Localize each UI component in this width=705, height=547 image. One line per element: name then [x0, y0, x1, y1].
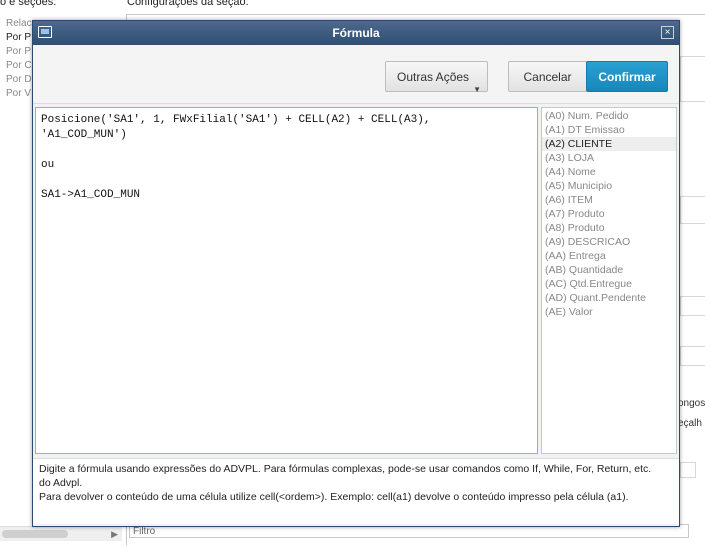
section-config-title: Configurações da seção: — [127, 0, 249, 8]
tree-item[interactable]: Por P — [0, 45, 34, 59]
tree-item[interactable]: Por P — [0, 31, 34, 45]
field-list-item[interactable]: (AE) Valor — [542, 305, 676, 319]
field-list-item[interactable]: (AA) Entrega — [542, 249, 676, 263]
confirm-button[interactable]: Confirmar — [586, 61, 668, 92]
formula-line: ou — [41, 159, 55, 171]
field-list-item[interactable]: (A3) LOJA — [542, 151, 676, 165]
dialog-toolbar: Outras Ações ▼ Cancelar Confirmar — [33, 45, 679, 104]
formula-editor[interactable]: Posicione('SA1', 1, FWxFilial('SA1') + C… — [35, 107, 538, 454]
background-label: ongos — [678, 398, 705, 409]
formula-line: SA1->A1_COD_MUN — [41, 189, 141, 201]
help-text-line: Para devolver o conteúdo de uma célula u… — [39, 491, 629, 503]
background-field — [680, 56, 705, 102]
field-list-item[interactable]: (A6) ITEM — [542, 193, 676, 207]
cell-fields-list: (A0) Num. Pedido (A1) DT Emissao (A2) CL… — [541, 107, 677, 454]
background-field — [680, 296, 705, 316]
formula-line: 'A1_COD_MUN') — [41, 129, 127, 141]
field-list-item[interactable]: (AD) Quant.Pendente — [542, 291, 676, 305]
field-list-item[interactable]: (A9) DESCRICAO — [542, 235, 676, 249]
help-text-line: do Advpl. — [39, 477, 83, 489]
field-list-item-selected[interactable]: (A2) CLIENTE — [542, 137, 676, 151]
tree-item[interactable]: Por C — [0, 59, 34, 73]
help-text-line: Digite a fórmula usando expressões do AD… — [39, 463, 652, 475]
tree-item[interactable]: Relac — [0, 17, 34, 31]
background-label: eçalh — [678, 418, 702, 429]
field-list-item[interactable]: (A0) Num. Pedido — [542, 109, 676, 123]
tree-item[interactable]: Por V — [0, 87, 34, 101]
sections-tree: Relac Por P Por P Por C Por D Por V — [0, 17, 34, 101]
field-list-item[interactable]: (AC) Qtd.Entregue — [542, 277, 676, 291]
background-field — [680, 196, 705, 224]
background-checkbox[interactable] — [680, 462, 696, 478]
help-text-box: Digite a fórmula usando expressões do AD… — [33, 458, 679, 524]
field-list-item[interactable]: (AB) Quantidade — [542, 263, 676, 277]
close-icon[interactable]: × — [661, 26, 674, 39]
formula-dialog: Fórmula × Outras Ações ▼ Cancelar Confir… — [32, 20, 680, 527]
cancel-button[interactable]: Cancelar — [508, 61, 587, 92]
scrollbar-thumb[interactable] — [2, 530, 68, 538]
other-actions-button[interactable]: Outras Ações ▼ — [385, 61, 488, 94]
dialog-titlebar: Fórmula × — [33, 21, 679, 45]
field-list-item[interactable]: (A8) Produto — [542, 221, 676, 235]
tree-item[interactable]: Por D — [0, 73, 34, 87]
field-list-item[interactable]: (A4) Nome — [542, 165, 676, 179]
tree-horizontal-scrollbar[interactable]: ▶ — [0, 526, 122, 541]
formula-line — [41, 143, 532, 158]
field-list-item[interactable]: (A1) DT Emissao — [542, 123, 676, 137]
sections-title: o e seções: — [0, 0, 57, 8]
chevron-down-icon: ▼ — [473, 85, 481, 94]
formula-line: Posicione('SA1', 1, FWxFilial('SA1') + C… — [41, 114, 431, 126]
background-field — [680, 346, 705, 366]
scroll-right-icon[interactable]: ▶ — [111, 529, 118, 540]
field-list-item[interactable]: (A7) Produto — [542, 207, 676, 221]
other-actions-label: Outras Ações — [397, 70, 470, 84]
dialog-title: Fórmula — [332, 26, 380, 40]
field-list-item[interactable]: (A5) Municipio — [542, 179, 676, 193]
formula-line — [41, 173, 532, 188]
